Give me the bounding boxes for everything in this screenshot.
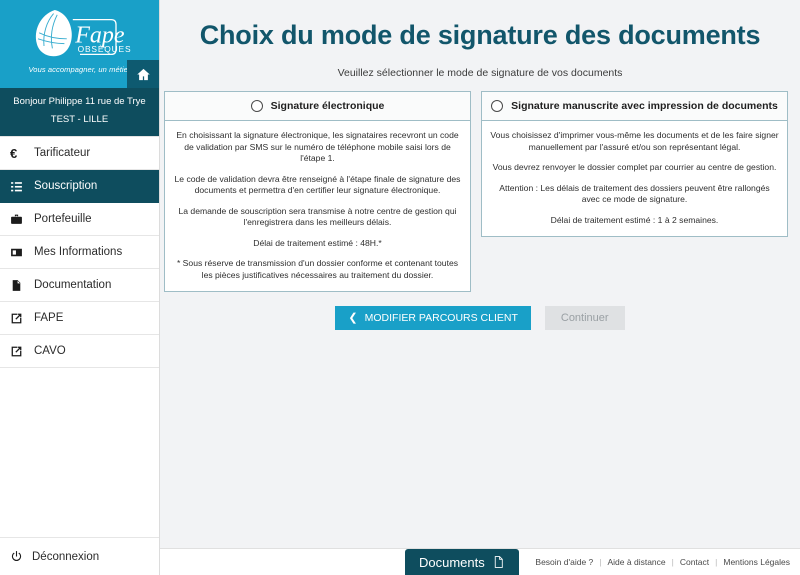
footer-separator: | bbox=[671, 557, 674, 567]
euro-icon: € bbox=[10, 145, 18, 161]
footer-link-mentions-legales[interactable]: Mentions Légales bbox=[723, 557, 790, 567]
card-signature-electronique: Signature électronique En choisissant la… bbox=[164, 91, 471, 292]
sidebar-item-label: Portefeuille bbox=[34, 213, 92, 225]
option-paragraph: Vous devrez renvoyer le dossier complet … bbox=[492, 162, 777, 172]
home-button[interactable] bbox=[127, 60, 159, 88]
option-paragraph: * Sous réserve de transmission d'un doss… bbox=[176, 258, 459, 280]
back-button-label: MODIFIER PARCOURS CLIENT bbox=[364, 312, 518, 324]
external-link-icon bbox=[10, 345, 32, 358]
signature-options: Signature électronique En choisissant la… bbox=[160, 79, 800, 292]
sidebar-item-fape[interactable]: FAPE bbox=[0, 302, 159, 335]
sidebar-item-mes-informations[interactable]: Mes Informations bbox=[0, 236, 159, 269]
sidebar-item-label: CAVO bbox=[34, 345, 66, 357]
sidebar-item-souscription[interactable]: Souscription bbox=[0, 170, 159, 203]
user-greeting: Bonjour Philippe 11 rue de Trye bbox=[13, 96, 146, 107]
sidebar-item-portefeuille[interactable]: Portefeuille bbox=[0, 203, 159, 236]
logout-label: Déconnexion bbox=[32, 550, 100, 563]
document-icon bbox=[494, 556, 503, 568]
sidebar: Fape OBSÈQUES Vous accompagner, un métie… bbox=[0, 0, 160, 575]
logout-button[interactable]: Déconnexion bbox=[0, 537, 159, 575]
option-paragraph: Attention : Les délais de traitement des… bbox=[499, 182, 770, 205]
pdf-file-icon bbox=[10, 279, 32, 292]
user-info-bar: Bonjour Philippe 11 rue de Trye TEST - L… bbox=[0, 88, 159, 136]
footer: Documents Besoin d'aide ? | Aide à dista… bbox=[160, 548, 800, 575]
home-icon bbox=[136, 68, 150, 80]
footer-link-contact[interactable]: Contact bbox=[680, 557, 709, 567]
page-content: Choix du mode de signature des documents… bbox=[160, 0, 800, 548]
sidebar-item-label: Documentation bbox=[34, 279, 112, 291]
footer-links: Besoin d'aide ? | Aide à distance | Cont… bbox=[535, 557, 790, 567]
sidebar-item-label: FAPE bbox=[34, 312, 64, 324]
chevron-left-icon: ❮ bbox=[348, 311, 358, 324]
continuer-button[interactable]: Continuer bbox=[544, 306, 625, 330]
fape-obseques-logo: Fape OBSÈQUES bbox=[35, 10, 131, 57]
main-area: Choix du mode de signature des documents… bbox=[160, 0, 800, 575]
page-title: Choix du mode de signature des documents bbox=[199, 20, 761, 50]
option-manuscript-header[interactable]: Signature manuscrite avec impression de … bbox=[482, 92, 787, 121]
sidebar-item-tarificateur[interactable]: € Tarificateur bbox=[0, 137, 159, 170]
power-icon bbox=[10, 550, 32, 563]
sidebar-nav: € Tarificateur Souscription Portefeuille bbox=[0, 136, 159, 368]
option-paragraph: Délai de traitement estimé : 48H.* bbox=[253, 237, 382, 248]
option-paragraph: Vous choisissez d'imprimer vous-même les… bbox=[490, 130, 779, 152]
brand-tagline: Vous accompagner, un métier bbox=[28, 65, 131, 74]
id-card-icon bbox=[10, 246, 32, 259]
briefcase-icon bbox=[10, 213, 32, 226]
external-link-icon bbox=[10, 312, 32, 325]
sidebar-item-label: Tarificateur bbox=[34, 147, 91, 159]
documents-button[interactable]: Documents bbox=[405, 549, 519, 575]
radio-manuscript[interactable] bbox=[491, 100, 504, 112]
option-paragraph: En choisissant la signature électronique… bbox=[176, 130, 459, 163]
option-electronic-body: En choisissant la signature électronique… bbox=[165, 121, 470, 291]
option-electronic-header[interactable]: Signature électronique bbox=[165, 92, 470, 121]
option-manuscript-label: Signature manuscrite avec impression de … bbox=[511, 100, 778, 112]
option-manuscript-body: Vous choisissez d'imprimer vous-même les… bbox=[482, 121, 787, 236]
svg-text:OBSÈQUES: OBSÈQUES bbox=[77, 44, 131, 54]
footer-separator: | bbox=[599, 557, 602, 567]
modifier-parcours-client-button[interactable]: ❮ MODIFIER PARCOURS CLIENT bbox=[335, 306, 531, 330]
user-agency: TEST - LILLE bbox=[50, 114, 109, 125]
action-buttons: ❮ MODIFIER PARCOURS CLIENT Continuer bbox=[160, 306, 800, 330]
footer-separator: | bbox=[715, 557, 718, 567]
sidebar-item-documentation[interactable]: Documentation bbox=[0, 269, 159, 302]
option-electronic-label: Signature électronique bbox=[270, 100, 385, 112]
documents-button-label: Documents bbox=[419, 554, 485, 570]
brand-header: Fape OBSÈQUES Vous accompagner, un métie… bbox=[0, 0, 159, 88]
radio-electronic[interactable] bbox=[250, 100, 263, 112]
page-subtitle: Veuillez sélectionner le mode de signatu… bbox=[337, 67, 623, 79]
list-icon bbox=[10, 180, 32, 193]
sidebar-item-label: Souscription bbox=[34, 180, 98, 192]
sidebar-item-label: Mes Informations bbox=[34, 246, 123, 258]
sidebar-item-cavo[interactable]: CAVO bbox=[0, 335, 159, 368]
footer-link-aide-distance[interactable]: Aide à distance bbox=[608, 557, 666, 567]
card-signature-manuscrite: Signature manuscrite avec impression de … bbox=[481, 91, 788, 237]
option-paragraph: La demande de souscription sera transmis… bbox=[178, 205, 457, 228]
option-paragraph: Le code de validation devra être renseig… bbox=[174, 173, 461, 196]
sidebar-spacer bbox=[0, 368, 159, 537]
option-paragraph: Délai de traitement estimé : 1 à 2 semai… bbox=[550, 214, 719, 225]
footer-link-aide[interactable]: Besoin d'aide ? bbox=[535, 557, 593, 567]
application-window: Fape OBSÈQUES Vous accompagner, un métie… bbox=[0, 0, 800, 575]
